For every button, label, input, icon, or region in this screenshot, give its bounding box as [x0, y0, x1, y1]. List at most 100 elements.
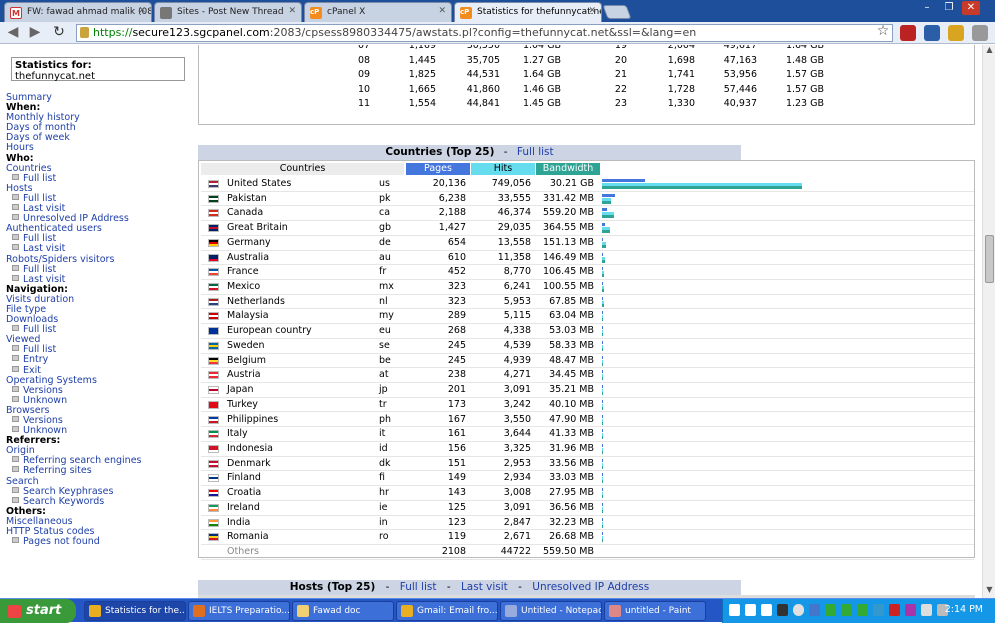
country-cell-pages: 143: [447, 487, 466, 499]
cpanel-icon: cP: [310, 7, 322, 19]
sidebar-subitem-pages-not-found[interactable]: Pages not found: [6, 537, 196, 547]
bookmark-star-icon[interactable]: ☆: [874, 23, 892, 39]
hours-cell-h1: 11: [358, 98, 371, 110]
country-cell-pages: 2108: [441, 546, 466, 557]
taskbar-item[interactable]: Untitled - Notepad: [500, 601, 602, 621]
hosts-unresolved-ip-link[interactable]: Unresolved IP Address: [532, 581, 649, 593]
country-cell-pages: 268: [447, 325, 466, 337]
help-icon[interactable]: [761, 604, 772, 616]
pages-bar: [602, 473, 603, 477]
reload-icon[interactable]: ↻: [50, 24, 68, 40]
sidebar-subitem-last-visit[interactable]: Last visit: [6, 244, 196, 254]
country-cell-name: Sweden: [227, 339, 265, 351]
sidebar-nav: Summary When: Monthly history Days of month…: [6, 92, 196, 547]
bandwidth-bar: [602, 303, 604, 307]
browser-tab-cpanel[interactable]: cP cPanel X ✕: [304, 2, 452, 22]
tray-icon[interactable]: [825, 604, 836, 616]
hosts-last-visit-link[interactable]: Last visit: [461, 581, 508, 593]
tab-close-icon[interactable]: ✕: [138, 6, 146, 16]
subitem-bullet-icon: [12, 244, 19, 251]
sidebar-item-hours[interactable]: Hours: [6, 143, 196, 153]
country-cell-name: European country: [227, 325, 312, 337]
close-window-icon[interactable]: ✕: [962, 1, 980, 15]
tray-icon[interactable]: [777, 604, 788, 616]
sidebar-item-days-of-week[interactable]: Days of week: [6, 133, 196, 143]
tray-icon[interactable]: [889, 604, 900, 616]
forward-icon[interactable]: ▶: [26, 24, 44, 40]
taskbar-item[interactable]: untitled - Paint: [604, 601, 706, 621]
hours-cell-bw2: 1.23 GB: [785, 98, 824, 110]
country-cell-bw: 27.95 MB: [549, 487, 594, 499]
country-cell-pages: 323: [447, 295, 466, 307]
separator: -: [385, 581, 390, 593]
country-cell-name: Austria: [227, 369, 261, 381]
country-cell-bw: 35.21 MB: [549, 384, 594, 396]
pages-bar: [602, 458, 603, 462]
tray-icon[interactable]: [841, 604, 852, 616]
hours-cell-h2: 21: [614, 69, 627, 81]
browser-tab-statistics[interactable]: cP Statistics for thefunnycat.net ✕: [454, 2, 602, 22]
browser-tab-strip: M FW: fawad ahmad malik (08/0 ✕ Sites - …: [0, 0, 995, 22]
vertical-scrollbar[interactable]: ▲ ▼: [982, 45, 995, 598]
minimize-icon[interactable]: –: [918, 1, 936, 15]
taskbar-item-label: IELTS Preparatio...: [209, 606, 290, 616]
country-cell-code: ph: [379, 413, 392, 425]
country-cell-hits: 46,374: [497, 207, 531, 219]
tab-close-icon[interactable]: ✕: [288, 6, 296, 16]
tray-icon[interactable]: [809, 604, 820, 616]
statistics-site-name: thefunnycat.net: [15, 71, 95, 82]
address-bar[interactable]: https://secure123.sgcpanel.com:2083/cpse…: [76, 24, 893, 42]
hours-cell-hits1: 35,705: [466, 54, 500, 66]
tray-icon[interactable]: [793, 604, 804, 616]
country-cell-pages: 149: [447, 472, 466, 484]
tray-icon[interactable]: [873, 604, 884, 616]
country-row-my: Malaysia my 289 5,115 63.04 MB: [201, 309, 974, 325]
taskbar-item[interactable]: IELTS Preparatio...: [188, 601, 290, 621]
taskbar-item[interactable]: Statistics for the...: [84, 601, 186, 621]
scroll-down-icon[interactable]: ▼: [984, 585, 995, 594]
country-cell-bw: 331.42 MB: [543, 192, 594, 204]
new-tab-button[interactable]: [602, 5, 632, 19]
tray-icon[interactable]: [729, 604, 740, 616]
country-cell-hits: 2,847: [503, 516, 531, 528]
browser-tab-forum[interactable]: Sites - Post New Thread ✕: [154, 2, 302, 22]
country-cell-pages: 119: [447, 531, 466, 543]
country-cell-code: au: [379, 251, 391, 263]
extension-icon[interactable]: [924, 25, 940, 41]
wrench-icon[interactable]: [972, 25, 988, 41]
hosts-full-list-link[interactable]: Full list: [400, 581, 437, 593]
subitem-bullet-icon: [12, 325, 19, 332]
country-cell-bw: 67.85 MB: [549, 295, 594, 307]
tray-icon[interactable]: [857, 604, 868, 616]
tab-close-icon[interactable]: ✕: [588, 6, 596, 16]
taskbar-item[interactable]: Fawad doc: [292, 601, 394, 621]
maximize-icon[interactable]: ❐: [940, 1, 958, 15]
country-cell-bw: 58.33 MB: [549, 339, 594, 351]
sidebar-subitem-full-list[interactable]: Full list: [6, 173, 196, 184]
start-button[interactable]: start: [0, 599, 76, 623]
country-cell-pages: 2,188: [438, 207, 466, 219]
scroll-up-icon[interactable]: ▲: [984, 45, 995, 54]
tray-icon[interactable]: [905, 604, 916, 616]
tab-close-icon[interactable]: ✕: [438, 6, 446, 16]
hours-cell-h2: 20: [614, 54, 627, 66]
tray-icon[interactable]: [921, 604, 932, 616]
extension-icon[interactable]: [900, 25, 916, 41]
flag-my-icon: [208, 312, 219, 321]
country-cell-hits: 3,091: [503, 384, 531, 396]
scrollbar-thumb[interactable]: [985, 235, 994, 283]
countries-title: Countries (Top 25): [385, 146, 495, 158]
tray-icon[interactable]: [745, 604, 756, 616]
country-cell-name: United States: [227, 178, 292, 189]
country-cell-bw: 146.49 MB: [543, 251, 594, 263]
bandwidth-bar: [602, 318, 604, 322]
back-icon[interactable]: ◀: [4, 24, 22, 40]
countries-full-list-link[interactable]: Full list: [517, 146, 554, 158]
taskbar-item[interactable]: Gmail: Email fro...: [396, 601, 498, 621]
browser-tab-gmail[interactable]: M FW: fawad ahmad malik (08/0 ✕: [4, 2, 152, 22]
extension-icon[interactable]: [948, 25, 964, 41]
country-cell-bw: 53.03 MB: [549, 325, 594, 337]
hours-cell-bw1: 1.27 GB: [522, 54, 561, 66]
country-row-hr: Croatia hr 143 3,008 27.95 MB: [201, 486, 974, 501]
hours-cell-hits1: 44,531: [466, 69, 500, 81]
